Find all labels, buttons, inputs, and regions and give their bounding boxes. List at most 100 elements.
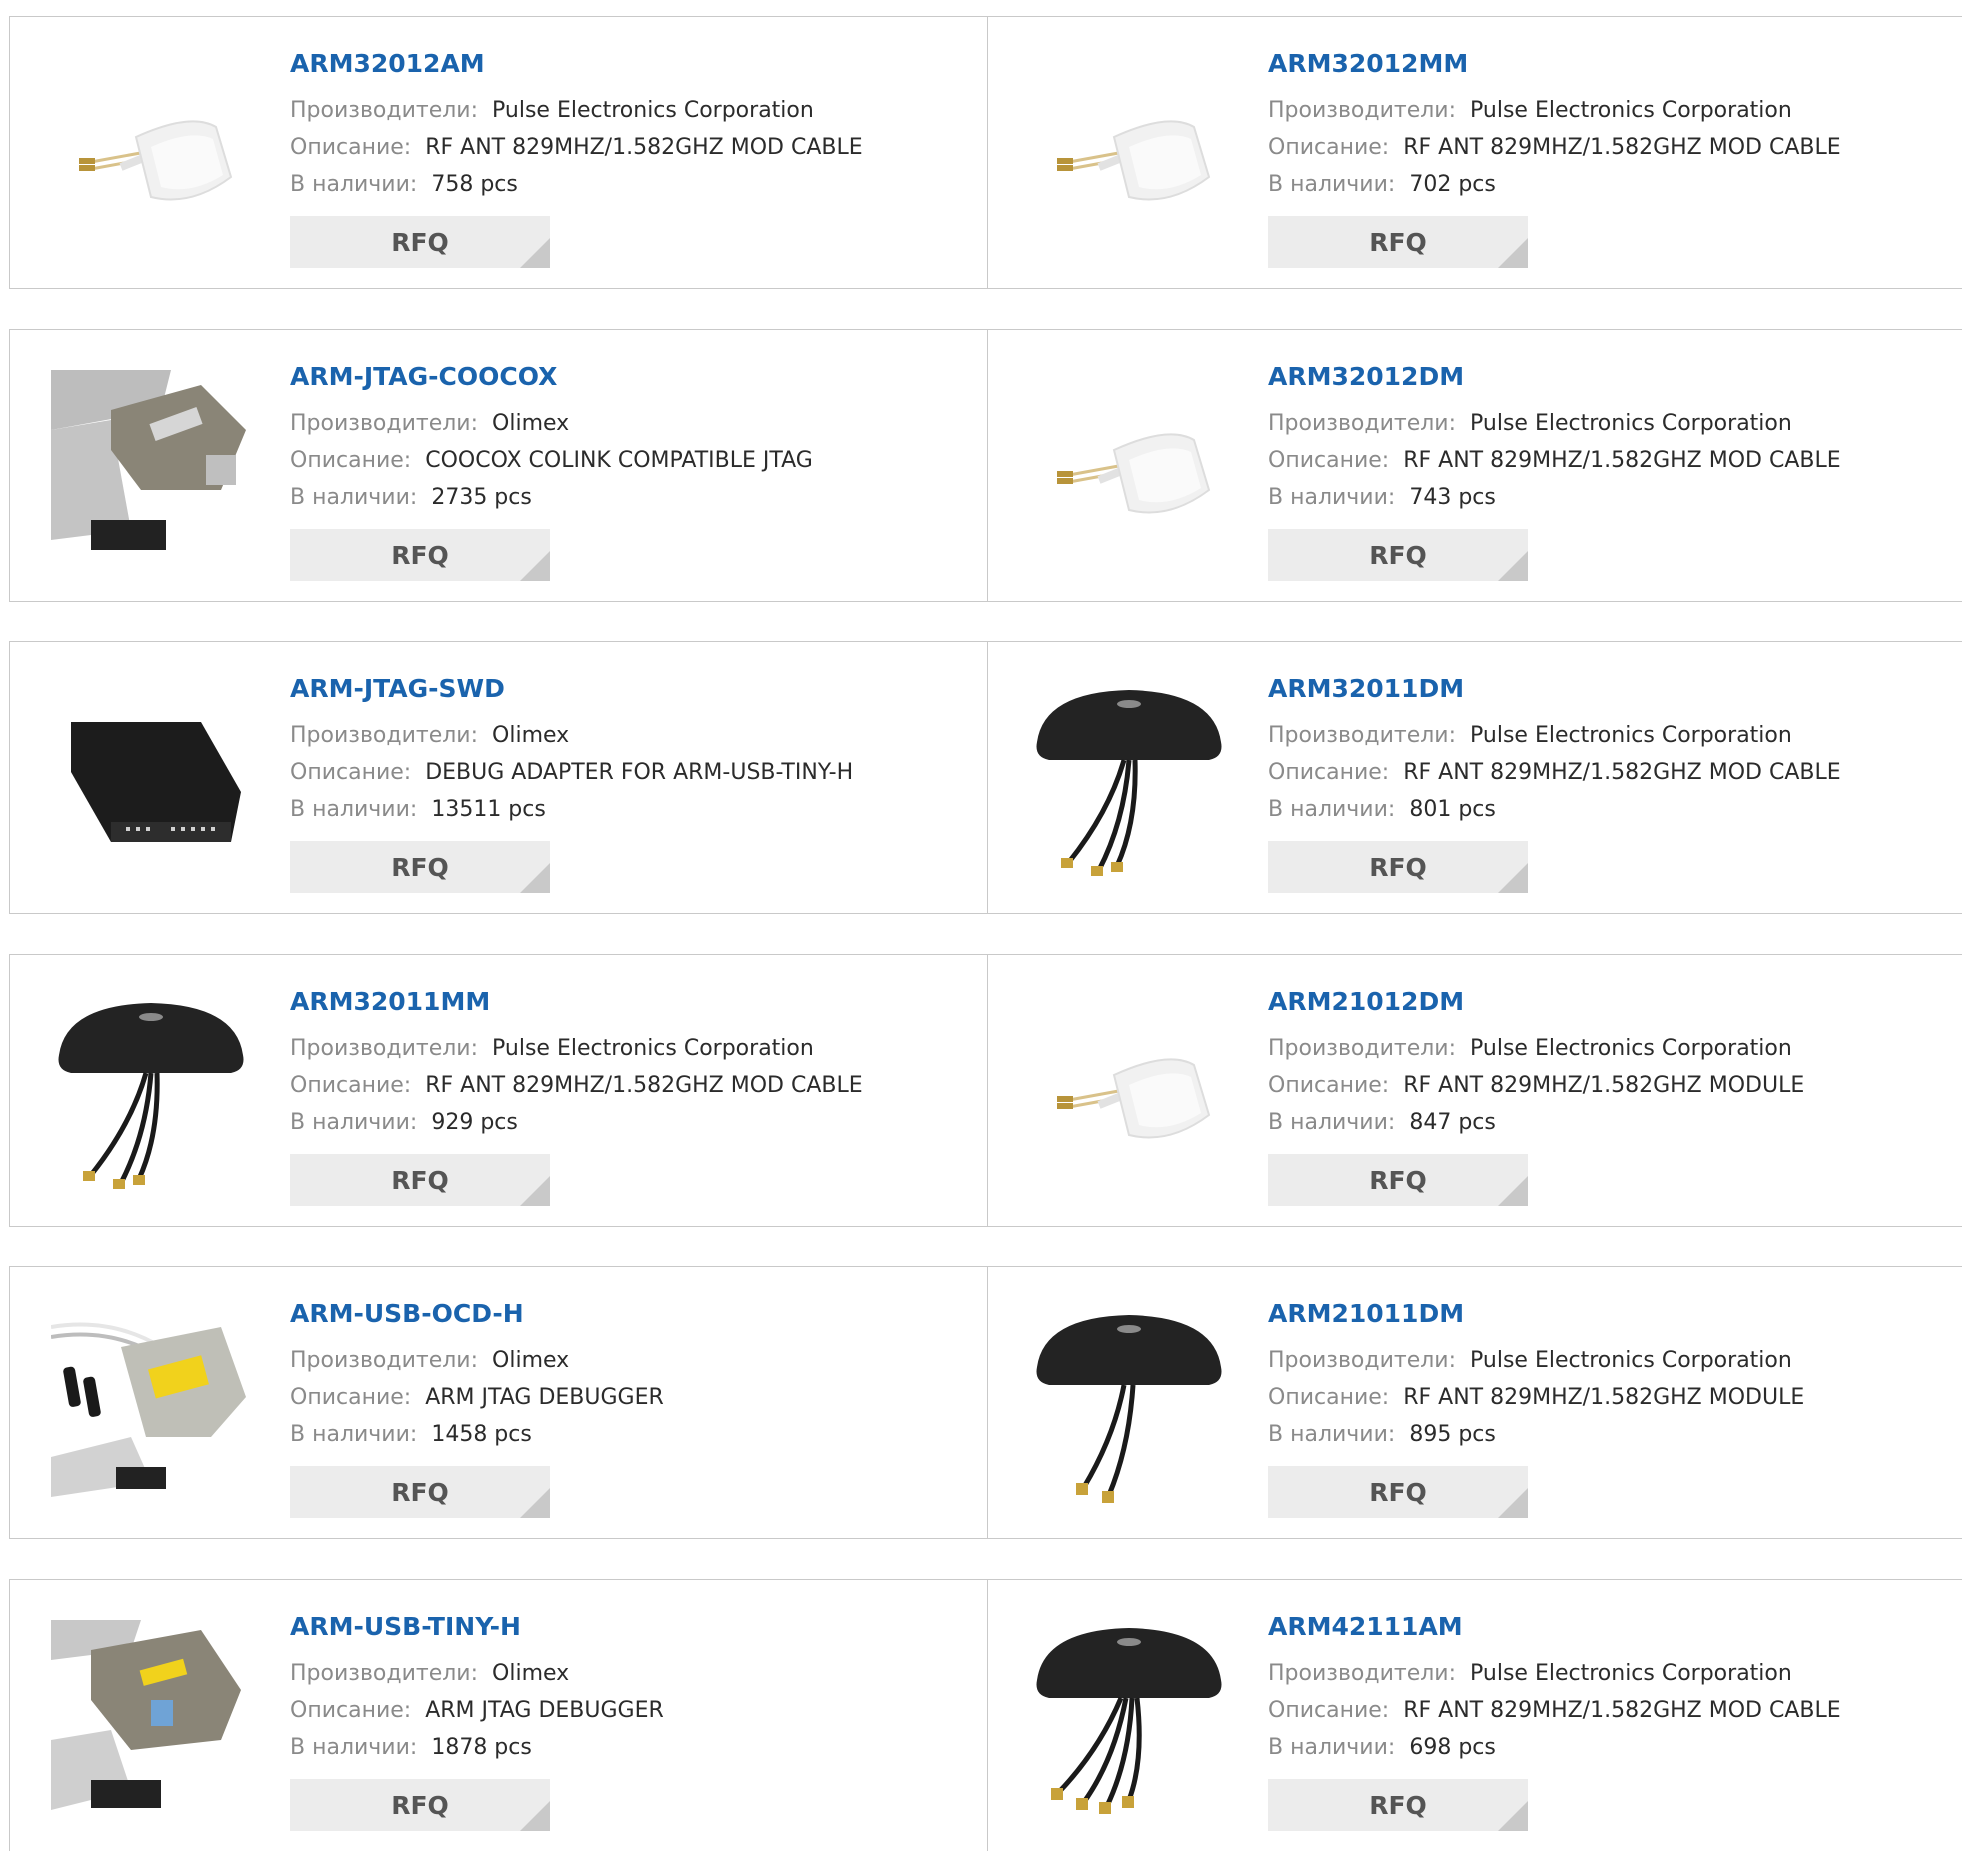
stock-value: 702 pcs — [1409, 172, 1496, 197]
stock-line: В наличии: 929 pcs — [290, 1104, 863, 1141]
stock-label: В наличии: — [1268, 797, 1396, 822]
black-antenna-3cable-icon[interactable] — [1029, 682, 1229, 882]
rfq-button[interactable]: RFQ — [1268, 1154, 1528, 1206]
description-value: RF ANT 829MHZ/1.582GHZ MOD CABLE — [1403, 135, 1841, 160]
black-antenna-3cable-icon[interactable] — [51, 995, 251, 1195]
rfq-corner-decoration — [520, 863, 550, 893]
part-number-link[interactable]: ARM32011DM — [1268, 672, 1841, 706]
rfq-corner-decoration — [1498, 551, 1528, 581]
rfq-corner-decoration — [1498, 1488, 1528, 1518]
rfq-button[interactable]: RFQ — [290, 529, 550, 581]
product-row: ARM-USB-OCD-H Производители: Olimex Описа… — [9, 1266, 1962, 1539]
part-number-link[interactable]: ARM32012AM — [290, 47, 863, 81]
part-number-link[interactable]: ARM21011DM — [1268, 1297, 1804, 1331]
manufacturer-line: Производители: Pulse Electronics Corporat… — [1268, 1342, 1804, 1379]
manufacturer-line: Производители: Pulse Electronics Corporat… — [1268, 1030, 1804, 1067]
manufacturer-label: Производители: — [1268, 411, 1457, 436]
manufacturer-value: Olimex — [492, 1348, 570, 1373]
stock-label: В наличии: — [290, 1422, 418, 1447]
stock-label: В наличии: — [1268, 1422, 1396, 1447]
part-number-link[interactable]: ARM21012DM — [1268, 985, 1804, 1019]
rfq-button[interactable]: RFQ — [1268, 1779, 1528, 1831]
description-label: Описание: — [1268, 1385, 1390, 1410]
stock-line: В наличии: 1458 pcs — [290, 1416, 664, 1453]
white-antenna-module-icon[interactable] — [1029, 370, 1229, 570]
rfq-button[interactable]: RFQ — [1268, 1466, 1528, 1518]
description-value: RF ANT 829MHZ/1.582GHZ MODULE — [1403, 1385, 1805, 1410]
description-line: Описание: RF ANT 829MHZ/1.582GHZ MOD CABL… — [290, 1067, 863, 1104]
manufacturer-label: Производители: — [1268, 723, 1457, 748]
stock-value: 929 pcs — [431, 1110, 518, 1135]
rfq-button[interactable]: RFQ — [1268, 841, 1528, 893]
stock-label: В наличии: — [1268, 1735, 1396, 1760]
white-antenna-module-icon[interactable] — [51, 57, 251, 257]
white-antenna-module-icon[interactable] — [1029, 57, 1229, 257]
description-label: Описание: — [1268, 1073, 1390, 1098]
manufacturer-line: Производители: Pulse Electronics Corporat… — [1268, 1655, 1841, 1692]
product-card: ARM32011DM Производители: Pulse Electroni… — [988, 642, 1962, 913]
product-card: ARM21012DM Производители: Pulse Electroni… — [988, 955, 1962, 1226]
description-value: RF ANT 829MHZ/1.582GHZ MOD CABLE — [425, 1073, 863, 1098]
stock-value: 743 pcs — [1409, 485, 1496, 510]
manufacturer-value: Pulse Electronics Corporation — [1470, 411, 1792, 436]
black-debug-adapter-icon[interactable] — [51, 682, 251, 882]
product-info: ARM-JTAG-COOCOX Производители: Olimex Опи… — [290, 360, 813, 581]
manufacturer-line: Производители: Pulse Electronics Corporat… — [1268, 92, 1841, 129]
rfq-button[interactable]: RFQ — [290, 1466, 550, 1518]
part-number-link[interactable]: ARM42111AM — [1268, 1610, 1841, 1644]
rfq-button[interactable]: RFQ — [290, 216, 550, 268]
description-label: Описание: — [290, 760, 412, 785]
jtag-debugger-db9-icon[interactable] — [51, 1307, 251, 1507]
part-number-link[interactable]: ARM32012MM — [1268, 47, 1841, 81]
manufacturer-value: Pulse Electronics Corporation — [1470, 1661, 1792, 1686]
manufacturer-line: Производители: Pulse Electronics Corporat… — [290, 1030, 863, 1067]
manufacturer-value: Pulse Electronics Corporation — [492, 1036, 814, 1061]
rfq-button[interactable]: RFQ — [290, 1779, 550, 1831]
rfq-button-label: RFQ — [1369, 1790, 1427, 1820]
stock-line: В наличии: 1878 pcs — [290, 1729, 664, 1766]
manufacturer-label: Производители: — [290, 1661, 479, 1686]
part-number-link[interactable]: ARM-USB-OCD-H — [290, 1297, 664, 1331]
stock-value: 2735 pcs — [431, 485, 532, 510]
product-row: ARM-JTAG-COOCOX Производители: Olimex Опи… — [9, 329, 1962, 602]
stock-label: В наличии: — [1268, 172, 1396, 197]
rfq-button[interactable]: RFQ — [290, 1154, 550, 1206]
part-number-link[interactable]: ARM-JTAG-SWD — [290, 672, 853, 706]
description-line: Описание: DEBUG ADAPTER FOR ARM-USB-TINY-… — [290, 754, 853, 791]
part-number-link[interactable]: ARM32011MM — [290, 985, 863, 1019]
rfq-corner-decoration — [1498, 238, 1528, 268]
description-label: Описание: — [1268, 448, 1390, 473]
rfq-button[interactable]: RFQ — [1268, 529, 1528, 581]
white-antenna-module-icon[interactable] — [1029, 995, 1229, 1195]
product-card: ARM-JTAG-COOCOX Производители: Olimex Опи… — [10, 330, 988, 601]
jtag-debugger-usb-icon[interactable] — [51, 1620, 251, 1820]
stock-line: В наличии: 801 pcs — [1268, 791, 1841, 828]
rfq-button[interactable]: RFQ — [290, 841, 550, 893]
description-label: Описание: — [290, 1698, 412, 1723]
black-antenna-4cable-icon[interactable] — [1029, 1620, 1229, 1820]
product-card: ARM42111AM Производители: Pulse Electroni… — [988, 1580, 1962, 1851]
description-label: Описание: — [290, 448, 412, 473]
rfq-button-label: RFQ — [1369, 1477, 1427, 1507]
black-antenna-2cable-icon[interactable] — [1029, 1307, 1229, 1507]
rfq-button[interactable]: RFQ — [1268, 216, 1528, 268]
manufacturer-value: Pulse Electronics Corporation — [1470, 98, 1792, 123]
part-number-link[interactable]: ARM32012DM — [1268, 360, 1841, 394]
description-label: Описание: — [290, 135, 412, 160]
manufacturer-label: Производители: — [1268, 1036, 1457, 1061]
manufacturer-line: Производители: Pulse Electronics Corporat… — [290, 92, 863, 129]
stock-line: В наличии: 847 pcs — [1268, 1104, 1804, 1141]
manufacturer-line: Производители: Olimex — [290, 1342, 664, 1379]
description-line: Описание: RF ANT 829MHZ/1.582GHZ MOD CABL… — [1268, 1692, 1841, 1729]
jtag-adapter-ribbon-icon[interactable] — [51, 370, 251, 570]
rfq-button-label: RFQ — [391, 1790, 449, 1820]
rfq-button-label: RFQ — [1369, 1165, 1427, 1195]
part-number-link[interactable]: ARM-JTAG-COOCOX — [290, 360, 813, 394]
manufacturer-value: Olimex — [492, 411, 570, 436]
stock-line: В наличии: 702 pcs — [1268, 166, 1841, 203]
description-line: Описание: ARM JTAG DEBUGGER — [290, 1692, 664, 1729]
rfq-button-label: RFQ — [391, 1165, 449, 1195]
product-card: ARM32012DM Производители: Pulse Electroni… — [988, 330, 1962, 601]
stock-line: В наличии: 743 pcs — [1268, 479, 1841, 516]
part-number-link[interactable]: ARM-USB-TINY-H — [290, 1610, 664, 1644]
